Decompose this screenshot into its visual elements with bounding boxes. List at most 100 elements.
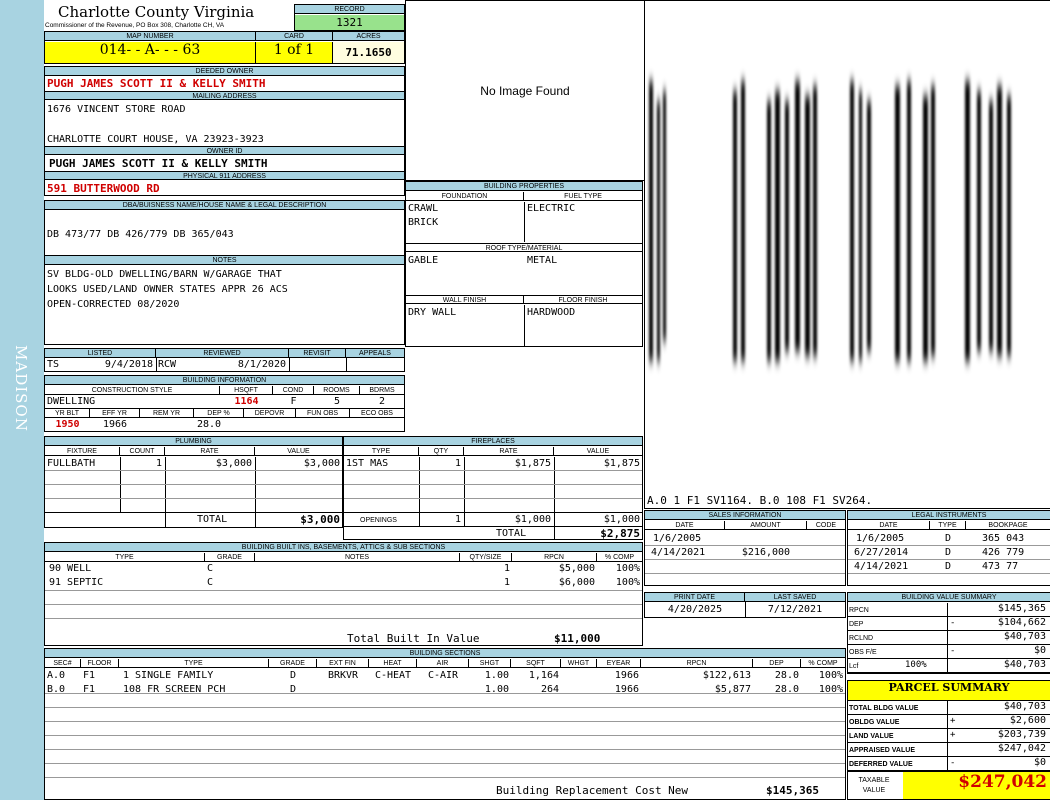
section-cell: 1 SINGLE FAMILY [123, 670, 214, 681]
dba-block: DBA/BUISNESS NAME/HOUSE NAME & LEGAL DES… [44, 200, 405, 256]
bedrooms: 2 [378, 396, 386, 407]
section-cell: B.0 [47, 684, 66, 695]
replacement-cost-label: Building Replacement Cost New [496, 784, 689, 797]
sale-date: 1/6/2005 [653, 533, 702, 544]
sales-info: SALES INFORMATION DATE AMOUNT CODE 1/6/2… [644, 510, 846, 586]
parcel-row-value: $203,739 [997, 729, 1046, 740]
side-bar: MADISON [0, 0, 44, 800]
sections-col-header: WHGT [561, 659, 597, 668]
h-funobs: FUN OBS [296, 409, 350, 418]
bldg-info-label: BUILDING INFORMATION [45, 376, 404, 385]
sections-col-header: SEC# [45, 659, 81, 668]
replacement-cost: $145,365 [766, 784, 819, 797]
section-cell: F1 [83, 670, 96, 681]
legal-date: 4/14/2021 [854, 561, 909, 572]
deeded-label: DEEDED OWNER [45, 67, 404, 76]
notes-line: LOOKS USED/LAND OWNER STATES APPR 26 ACS [47, 284, 288, 295]
bvs-row-value: $40,703 [1003, 631, 1046, 642]
card-label: CARD [256, 32, 333, 41]
listed-label: LISTED [45, 349, 156, 358]
openings-qty: 1 [454, 514, 461, 525]
acres-value: 71.1650 [333, 42, 404, 63]
bvs-row-value: $145,365 [997, 603, 1046, 614]
h-fp-qty: QTY [419, 447, 464, 456]
h-bookpage: BOOKPAGE [966, 521, 1050, 530]
eff-year: 1966 [102, 419, 128, 430]
sale-amount: $216,000 [741, 547, 791, 558]
bvs-row-label: OBS F/E [849, 649, 877, 656]
sales-label: SALES INFORMATION [645, 511, 845, 520]
sections-col-header: SHGT [469, 659, 511, 668]
builtin-comp: 100% [615, 577, 640, 588]
section-cell: C-AIR [427, 670, 459, 681]
bvs-row-value: $0 [1033, 645, 1046, 656]
section-cell: $122,613 [702, 670, 751, 681]
h-style: CONSTRUCTION STYLE [45, 386, 220, 395]
legal-bookpage: 365 043 [982, 533, 1025, 544]
section-cell: 100% [818, 684, 843, 695]
sections-col-header: HEAT [369, 659, 417, 668]
appeals-label: APPEALS [346, 349, 404, 358]
h-fp-value: VALUE [554, 447, 642, 456]
reviewed-by: RCW [158, 359, 177, 370]
fireplace-total: $2,875 [600, 527, 640, 540]
h-sales-code: CODE [807, 521, 845, 530]
sections-col-header: AIR [417, 659, 469, 668]
section-cell: 1966 [614, 670, 639, 681]
section-cell: 28.0 [774, 670, 799, 681]
legal-date: 1/6/2005 [856, 533, 905, 544]
h-ecoobs: ECO OBS [350, 409, 404, 418]
h-bi-type: TYPE [45, 553, 205, 562]
print-date-label: PRINT DATE [645, 593, 745, 602]
parcel-row-value: $0 [1033, 757, 1046, 768]
map-number: 014- - A- - - 63 [45, 42, 256, 63]
taxable-value: $247,042 [903, 772, 1050, 799]
fp-rate: $1,875 [514, 458, 551, 469]
fixture-count: 1 [155, 458, 162, 469]
bvs-row-label: RPCN [849, 607, 869, 614]
builtin-qty: 1 [503, 563, 510, 574]
section-cell: 1,164 [528, 670, 559, 681]
built-ins-table: BUILDING BUILT INS, BASEMENTS, ATTICS & … [44, 542, 643, 646]
section-cell: C-HEAT [374, 670, 412, 681]
sale-date: 4/14/2021 [651, 547, 706, 558]
plumbing-label: PLUMBING [45, 437, 342, 446]
builtin-qty: 1 [503, 577, 510, 588]
reviewed-date: 8/1/2020 [237, 359, 286, 370]
h-fixture: FIXTURE [45, 447, 120, 456]
record-value: 1321 [295, 15, 404, 30]
parcel-row-value: $40,703 [1003, 701, 1046, 712]
foundation-2: BRICK [408, 217, 439, 228]
h-fuel: FUEL TYPE [524, 192, 642, 201]
reviewed-label: REVIEWED [156, 349, 289, 358]
year-built: 1950 [55, 419, 80, 430]
sections-label: BUILDING SECTIONS [45, 649, 845, 658]
plumbing-table: PLUMBING FIXTURE COUNT RATE VALUE FULLBA… [44, 436, 343, 528]
floor-finish: HARDWOOD [527, 307, 576, 318]
bvs-row-pct: 100% [905, 660, 927, 670]
sections-col-header: SQFT [511, 659, 561, 668]
owner-id-label: OWNER ID [45, 146, 404, 155]
bvs-row-label: Lcf [849, 663, 859, 670]
photo-area: No Image Found [405, 0, 645, 181]
sections-col-header: % COMP [801, 659, 845, 668]
h-bdrms: BDRMS [360, 386, 404, 395]
taxable-label: TAXABLE [858, 777, 890, 784]
h-sqft: HSQFT [220, 386, 273, 395]
parcel-row-label: APPRAISED VALUE [849, 747, 915, 754]
section-cell: 1966 [614, 684, 639, 695]
h-bi-qty: QTY/SIZE [460, 553, 512, 562]
legal-type: D [944, 561, 952, 572]
sections-col-header: TYPE [119, 659, 269, 668]
h-dep: DEP % [194, 409, 244, 418]
sections-col-header: RPCN [641, 659, 753, 668]
parcel-row-value: $2,600 [1009, 715, 1046, 726]
parcel-row-label: TOTAL BLDG VALUE [849, 705, 919, 712]
owner-id: PUGH JAMES SCOTT II & KELLY SMITH [49, 157, 268, 170]
fireplace-table: FIREPLACES TYPE QTY RATE VALUE 1ST MAS 1… [343, 436, 643, 540]
parcel-row-value: $247,042 [997, 743, 1046, 754]
section-cell: 1.00 [484, 684, 509, 695]
notes-line: SV BLDG-OLD DWELLING/BARN W/GARAGE THAT [47, 269, 282, 280]
dba-value: DB 473/77 DB 426/779 DB 365/043 [47, 229, 234, 240]
builtin-rpcn: $5,000 [558, 563, 595, 574]
